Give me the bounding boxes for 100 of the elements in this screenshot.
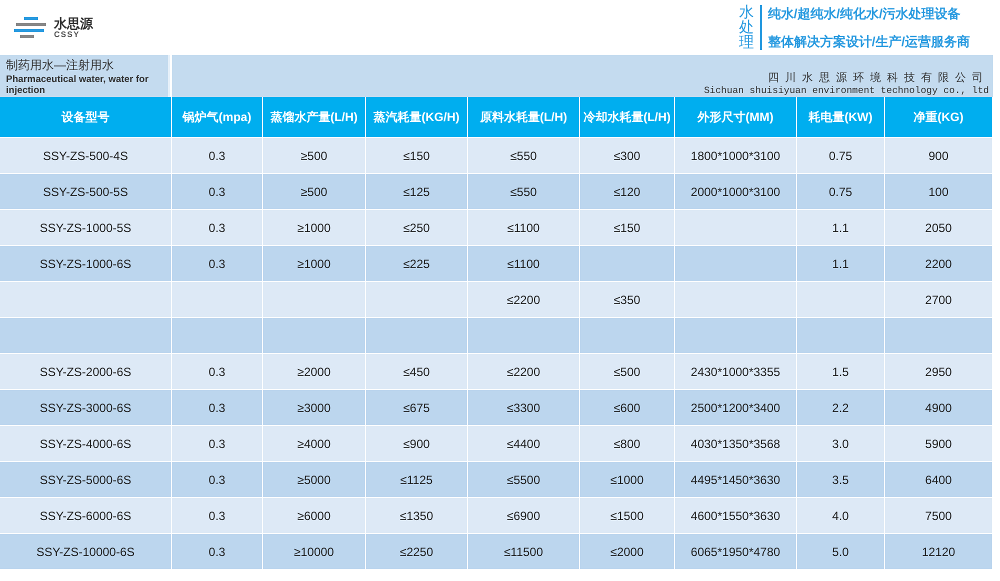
column-header: 外形尺寸(MM) bbox=[675, 97, 797, 138]
table-cell: 3.0 bbox=[797, 426, 885, 462]
table-cell: 6065*1950*4780 bbox=[675, 534, 797, 570]
table-cell: ≤1350 bbox=[366, 498, 468, 534]
table-cell: ≤550 bbox=[468, 138, 580, 174]
table-cell: SSY-ZS-3000-6S bbox=[0, 390, 172, 426]
table-cell: 0.3 bbox=[172, 462, 263, 498]
table-cell: ≤675 bbox=[366, 390, 468, 426]
table-cell: 5900 bbox=[885, 426, 993, 462]
table-cell: ≤150 bbox=[366, 138, 468, 174]
table-cell: ≤2200 bbox=[468, 282, 580, 318]
table-cell: 900 bbox=[885, 138, 993, 174]
table-cell: ≥500 bbox=[263, 174, 366, 210]
table-cell: ≤600 bbox=[580, 390, 675, 426]
table-cell: 12120 bbox=[885, 534, 993, 570]
table-cell: ≤125 bbox=[366, 174, 468, 210]
table-cell: 100 bbox=[885, 174, 993, 210]
table-cell: ≤250 bbox=[366, 210, 468, 246]
table-cell: 0.3 bbox=[172, 534, 263, 570]
table-cell: 4495*1450*3630 bbox=[675, 462, 797, 498]
table-cell: 1.1 bbox=[797, 210, 885, 246]
logo-icon bbox=[12, 16, 48, 40]
table-cell: 3.5 bbox=[797, 462, 885, 498]
column-header: 冷却水耗量(L/H) bbox=[580, 97, 675, 138]
table-cell: 1.1 bbox=[797, 246, 885, 282]
table-cell: SSY-ZS-4000-6S bbox=[0, 426, 172, 462]
table-cell: 2950 bbox=[885, 354, 993, 390]
table-title: 制药用水—注射用水 bbox=[6, 57, 115, 74]
logo-name: 水思源 bbox=[54, 16, 93, 30]
table-cell: SSY-ZS-10000-6S bbox=[0, 534, 172, 570]
slogan-tag: 水处理 bbox=[738, 5, 762, 50]
column-header: 蒸馏水产量(L/H) bbox=[263, 97, 366, 138]
table-cell: ≥4000 bbox=[263, 426, 366, 462]
table-cell: SSY-ZS-2000-6S bbox=[0, 354, 172, 390]
slogan-line: 纯水/超纯水/纯化水/污水处理设备 bbox=[768, 4, 962, 22]
table-cell: ≤150 bbox=[580, 210, 675, 246]
table-cell: 0.3 bbox=[172, 498, 263, 534]
table-cell: 0.3 bbox=[172, 426, 263, 462]
table-cell: ≤6900 bbox=[468, 498, 580, 534]
table-cell: 5.0 bbox=[797, 534, 885, 570]
table-cell: SSY-ZS-1000-5S bbox=[0, 210, 172, 246]
table-cell: ≤300 bbox=[580, 138, 675, 174]
table-cell: 0.3 bbox=[172, 210, 263, 246]
table-cell: ≤1125 bbox=[366, 462, 468, 498]
table-cell: ≤1500 bbox=[580, 498, 675, 534]
table-cell: ≤550 bbox=[468, 174, 580, 210]
table-cell: ≥3000 bbox=[263, 390, 366, 426]
table-cell: 0.3 bbox=[172, 390, 263, 426]
table-subtitle: Pharmaceutical water, water for injection bbox=[6, 74, 150, 97]
table-cell: ≤500 bbox=[580, 354, 675, 390]
table-cell: ≥6000 bbox=[263, 498, 366, 534]
table-cell: ≥1000 bbox=[263, 210, 366, 246]
table-cell: 4900 bbox=[885, 390, 993, 426]
company-name-english: Sichuan shuisiyuan environment technology co., ltd bbox=[704, 85, 989, 96]
table-cell: 1800*1000*3100 bbox=[675, 138, 797, 174]
table-cell: 2200 bbox=[885, 246, 993, 282]
table-cell: ≤1100 bbox=[468, 246, 580, 282]
slogan-line: 整体解决方案设计/生产/运营服务商 bbox=[768, 32, 970, 50]
table-cell: ≤1000 bbox=[580, 462, 675, 498]
table-cell: 0.75 bbox=[797, 174, 885, 210]
table-cell: SSY-ZS-1000-6S bbox=[0, 246, 172, 282]
table-cell: ≤800 bbox=[580, 426, 675, 462]
column-header: 原料水耗量(L/H) bbox=[468, 97, 580, 138]
table-cell: 2430*1000*3355 bbox=[675, 354, 797, 390]
table-cell: SSY-ZS-5000-6S bbox=[0, 462, 172, 498]
table-cell: SSY-ZS-6000-6S bbox=[0, 498, 172, 534]
table-cell: 4600*1550*3630 bbox=[675, 498, 797, 534]
company-name: 四川水思源环境科技有限公司 bbox=[768, 70, 989, 85]
table-cell: 4.0 bbox=[797, 498, 885, 534]
table-cell: 2050 bbox=[885, 210, 993, 246]
column-header: 锅炉气(mpa) bbox=[172, 97, 263, 138]
table-cell: 1.5 bbox=[797, 354, 885, 390]
table-cell: ≤11500 bbox=[468, 534, 580, 570]
table-cell: SSY-ZS-500-4S bbox=[0, 138, 172, 174]
column-header: 设备型号 bbox=[0, 97, 172, 138]
table-cell: 2000*1000*3100 bbox=[675, 174, 797, 210]
table-cell: ≤2250 bbox=[366, 534, 468, 570]
table-cell: 0.75 bbox=[797, 138, 885, 174]
table-cell: ≥2000 bbox=[263, 354, 366, 390]
table-cell: ≤225 bbox=[366, 246, 468, 282]
table-cell: 0.3 bbox=[172, 354, 263, 390]
table-cell: ≤900 bbox=[366, 426, 468, 462]
table-cell: 0.3 bbox=[172, 246, 263, 282]
table-cell: SSY-ZS-500-5S bbox=[0, 174, 172, 210]
table-cell: 2700 bbox=[885, 282, 993, 318]
table-cell: ≥1000 bbox=[263, 246, 366, 282]
table-cell: ≤5500 bbox=[468, 462, 580, 498]
table-cell: ≤2000 bbox=[580, 534, 675, 570]
table-cell: ≥10000 bbox=[263, 534, 366, 570]
table-cell: ≤120 bbox=[580, 174, 675, 210]
table-cell: ≤2200 bbox=[468, 354, 580, 390]
table-cell: 0.3 bbox=[172, 174, 263, 210]
column-header: 耗电量(KW) bbox=[797, 97, 885, 138]
table-cell: 6400 bbox=[885, 462, 993, 498]
table-cell: 4030*1350*3568 bbox=[675, 426, 797, 462]
table-cell: ≤3300 bbox=[468, 390, 580, 426]
table-cell: ≤1100 bbox=[468, 210, 580, 246]
table-cell: 7500 bbox=[885, 498, 993, 534]
table-cell: ≤450 bbox=[366, 354, 468, 390]
column-header: 蒸汽耗量(KG/H) bbox=[366, 97, 468, 138]
